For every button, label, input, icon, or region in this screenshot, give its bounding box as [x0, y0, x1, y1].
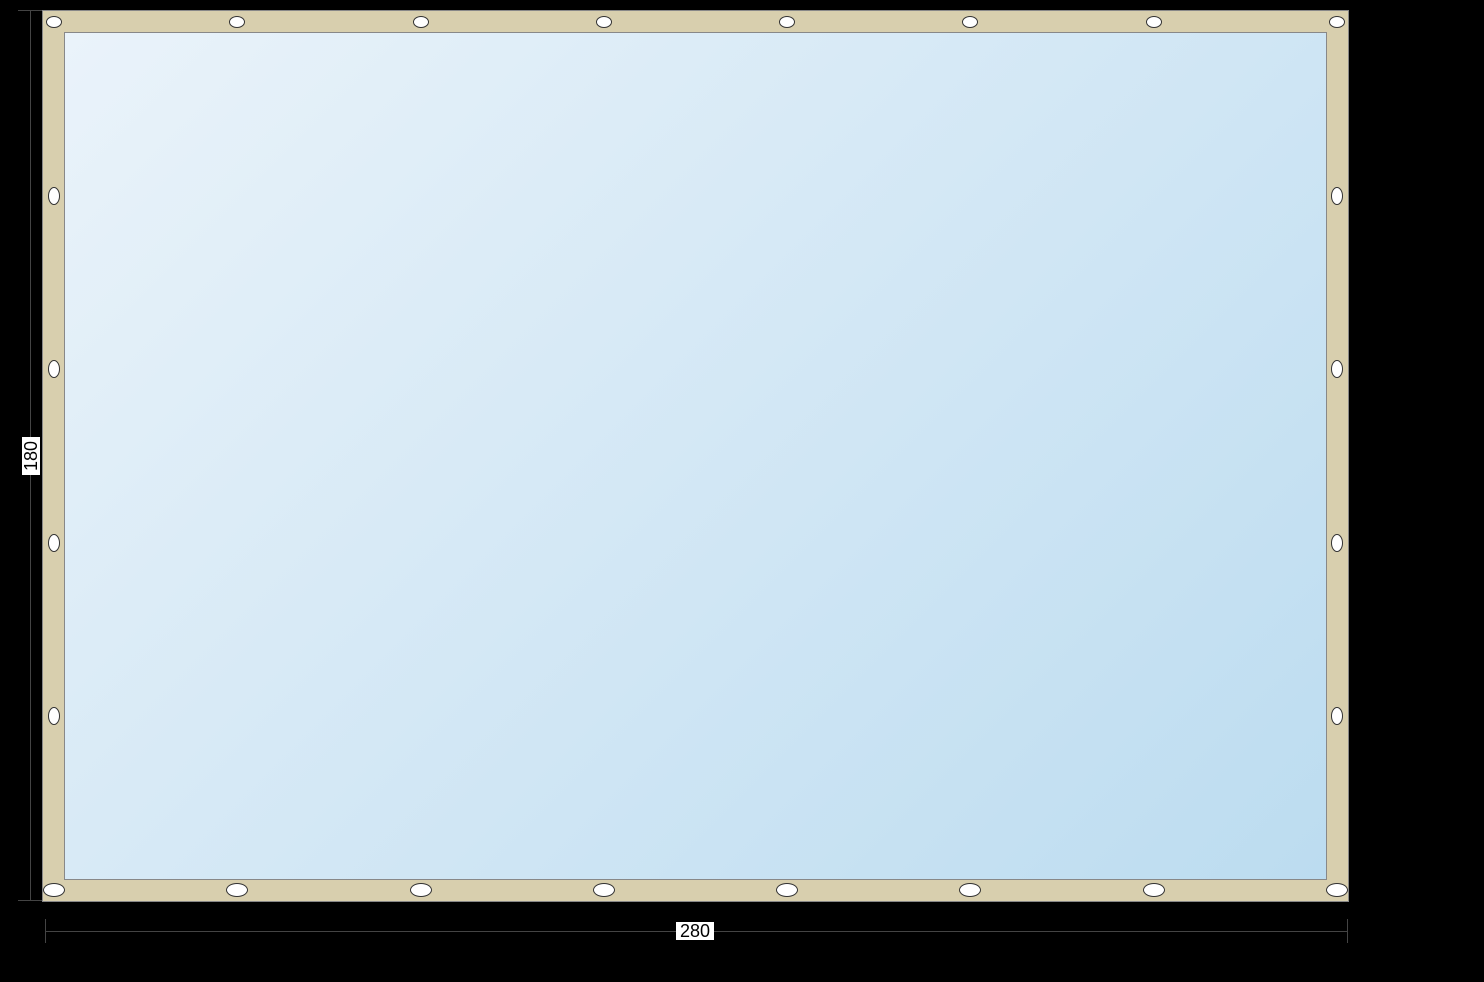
grommet-icon — [776, 883, 798, 897]
grommet-icon — [596, 16, 612, 28]
grommet-icon — [1146, 16, 1162, 28]
dimension-tick — [18, 900, 42, 901]
grommet-icon — [48, 187, 60, 205]
grommet-icon — [1331, 187, 1343, 205]
dimension-tick — [45, 919, 46, 943]
grommet-icon — [1331, 534, 1343, 552]
dimension-tick — [1347, 919, 1348, 943]
grommet-icon — [46, 16, 62, 28]
grommet-icon — [593, 883, 615, 897]
dimension-tick — [18, 10, 42, 11]
tarp-clear-window — [64, 32, 1327, 880]
dimension-label-height: 180 — [22, 437, 40, 475]
grommet-icon — [1329, 16, 1345, 28]
grommet-icon — [1143, 883, 1165, 897]
grommet-icon — [413, 16, 429, 28]
grommet-icon — [410, 883, 432, 897]
grommet-icon — [48, 534, 60, 552]
grommet-icon — [1326, 883, 1348, 897]
grommet-icon — [43, 883, 65, 897]
diagram-stage: 280 180 — [0, 0, 1484, 982]
dimension-label-width: 280 — [676, 922, 714, 940]
